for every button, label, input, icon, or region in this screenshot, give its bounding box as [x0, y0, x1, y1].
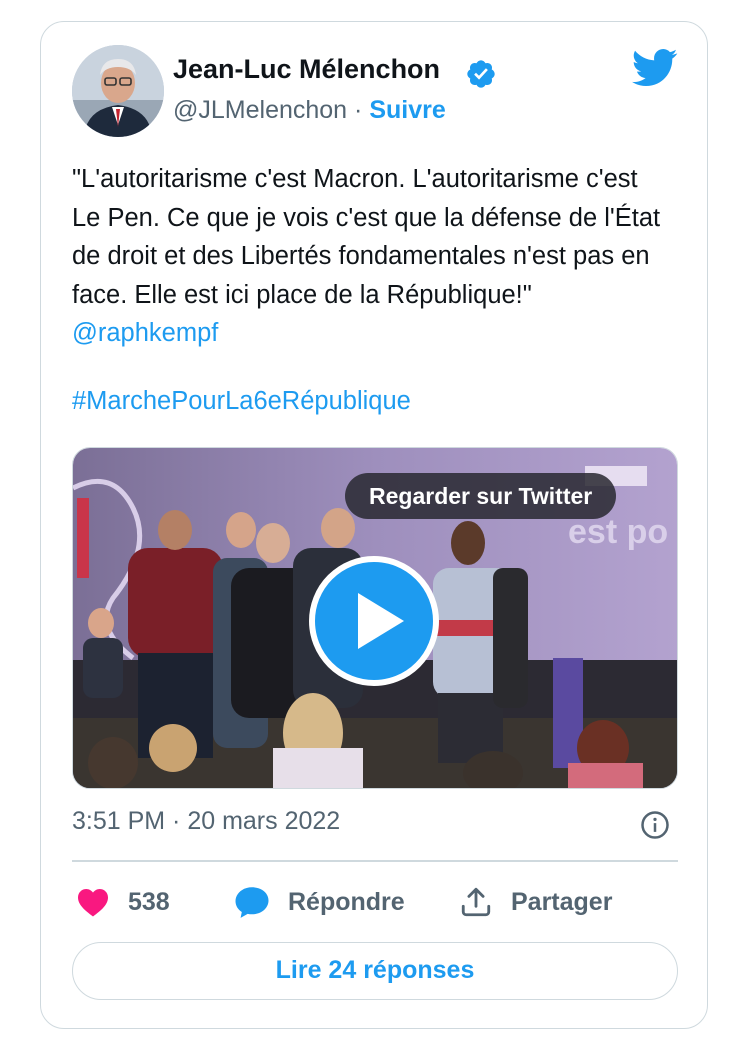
author-name[interactable]: Jean-Luc Mélenchon: [173, 54, 440, 85]
tweet-timestamp[interactable]: 3:51 PM · 20 mars 2022: [72, 807, 340, 836]
handle-separator: ·: [347, 96, 370, 124]
hashtag-link[interactable]: #MarchePourLa6eRépublique: [72, 387, 411, 416]
play-button-icon[interactable]: [308, 555, 440, 687]
reply-label: Répondre: [288, 887, 405, 916]
like-action[interactable]: 538: [76, 882, 170, 922]
info-icon[interactable]: [640, 810, 670, 840]
share-icon: [461, 887, 491, 917]
read-replies-button[interactable]: Lire 24 réponses: [72, 942, 678, 1000]
divider: [72, 860, 678, 862]
avatar[interactable]: [72, 45, 164, 137]
twitter-bird-icon[interactable]: [632, 48, 678, 88]
share-label: Partager: [511, 887, 613, 916]
follow-button[interactable]: Suivre: [369, 96, 445, 124]
tweet-text: "L'autoritarisme c'est Macron. L'autorit…: [72, 160, 672, 353]
watch-on-twitter-button[interactable]: Regarder sur Twitter: [345, 473, 617, 519]
reply-action[interactable]: Répondre: [234, 882, 405, 922]
author-handle-line: @JLMelenchon · Suivre: [173, 96, 446, 125]
mention-link[interactable]: @raphkempf: [72, 319, 218, 347]
tweet-body: "L'autoritarisme c'est Macron. L'autorit…: [72, 165, 661, 309]
reply-bubble-icon: [235, 887, 269, 918]
share-action[interactable]: Partager: [459, 882, 612, 922]
heart-icon: [78, 889, 108, 917]
author-handle[interactable]: @JLMelenchon: [173, 96, 347, 124]
like-count: 538: [128, 887, 170, 916]
verified-badge-icon: [467, 60, 495, 88]
